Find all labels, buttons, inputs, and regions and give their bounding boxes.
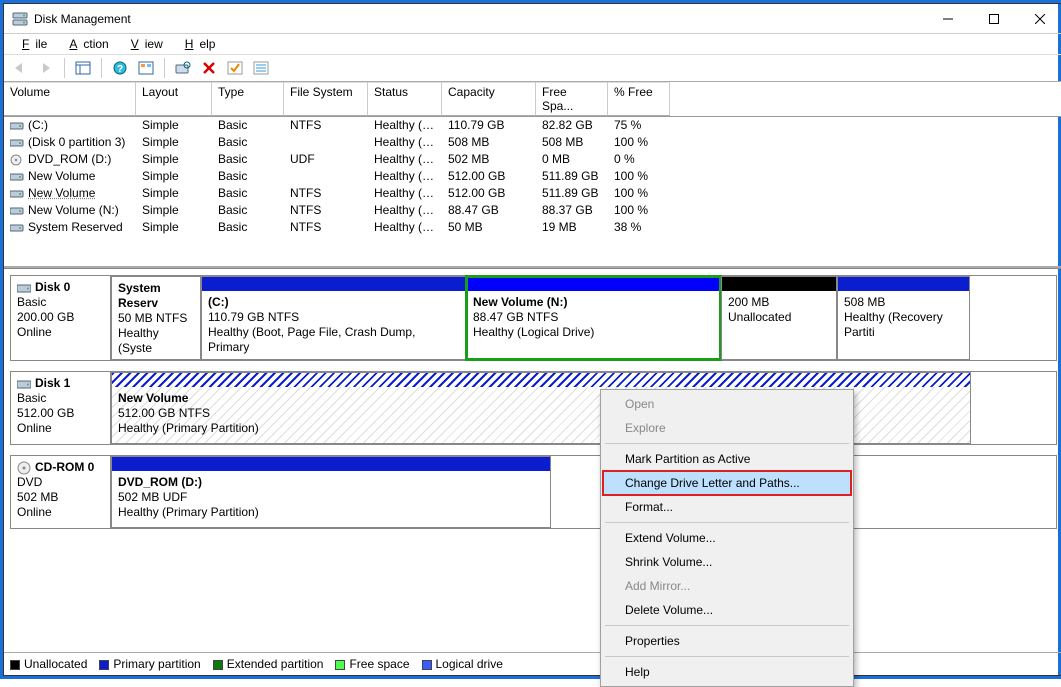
- ctx-delete[interactable]: Delete Volume...: [603, 598, 851, 622]
- ctx-help[interactable]: Help: [603, 660, 851, 684]
- partition[interactable]: 508 MBHealthy (Recovery Partiti: [837, 276, 970, 360]
- refresh-icon-button[interactable]: [171, 56, 195, 80]
- disk-graphical-view: Disk 0 Basic 200.00 GB Online System Res…: [4, 268, 1061, 652]
- dvd-icon: [17, 461, 31, 475]
- col-volume[interactable]: Volume: [4, 82, 136, 116]
- svg-text:?: ?: [117, 64, 123, 75]
- volume-row[interactable]: (Disk 0 partition 3)SimpleBasicHealthy (…: [4, 134, 1061, 151]
- menu-help[interactable]: Help: [173, 36, 222, 52]
- hdd-icon: [17, 378, 31, 390]
- legend-free: Free space: [335, 657, 409, 671]
- ctx-open[interactable]: Open: [603, 392, 851, 416]
- volume-row[interactable]: New VolumeSimpleBasicNTFSHealthy (P...51…: [4, 185, 1061, 202]
- disk-label-disk0[interactable]: Disk 0 Basic 200.00 GB Online: [11, 276, 111, 360]
- ctx-extend[interactable]: Extend Volume...: [603, 526, 851, 550]
- disk-row-cdrom0: CD-ROM 0 DVD 502 MB Online DVD_ROM (D:)5…: [10, 455, 1057, 529]
- partition[interactable]: New Volume (N:)88.47 GB NTFSHealthy (Log…: [466, 276, 721, 360]
- col-freespace[interactable]: Free Spa...: [536, 82, 608, 116]
- delete-icon-button[interactable]: [197, 56, 221, 80]
- partition[interactable]: System Reserv50 MB NTFSHealthy (Syste: [111, 276, 201, 360]
- disk-label-cdrom0[interactable]: CD-ROM 0 DVD 502 MB Online: [11, 456, 111, 528]
- help-button[interactable]: ?: [108, 56, 132, 80]
- titlebar: Disk Management: [4, 4, 1061, 34]
- window-controls: [925, 4, 1061, 34]
- minimize-button[interactable]: [925, 4, 971, 34]
- list-icon-button[interactable]: [249, 56, 273, 80]
- maximize-button[interactable]: [971, 4, 1017, 34]
- col-pctfree[interactable]: % Free: [608, 82, 670, 116]
- ctx-change-drive-letter[interactable]: Change Drive Letter and Paths...: [603, 471, 851, 495]
- volume-list-header: Volume Layout Type File System Status Ca…: [4, 82, 1061, 117]
- volume-row[interactable]: (C:)SimpleBasicNTFSHealthy (B...110.79 G…: [4, 117, 1061, 134]
- disk1-partitions: New Volume512.00 GB NTFSHealthy (Primary…: [111, 372, 1056, 444]
- disk0-partitions: System Reserv50 MB NTFSHealthy (Syste(C:…: [111, 276, 1056, 360]
- volume-row[interactable]: New Volume (N:)SimpleBasicNTFSHealthy (L…: [4, 202, 1061, 219]
- partition[interactable]: DVD_ROM (D:)502 MB UDFHealthy (Primary P…: [111, 456, 551, 528]
- ctx-properties[interactable]: Properties: [603, 629, 851, 653]
- menu-file[interactable]: File: [10, 36, 53, 52]
- col-filesystem[interactable]: File System: [284, 82, 368, 116]
- menubar: File Action View Help: [4, 34, 1061, 54]
- volume-row[interactable]: New VolumeSimpleBasicHealthy (P...512.00…: [4, 168, 1061, 185]
- disk-management-window: Disk Management File Action View Help ? …: [3, 3, 1061, 676]
- volume-row[interactable]: DVD_ROM (D:)SimpleBasicUDFHealthy (P...5…: [4, 151, 1061, 168]
- forward-button[interactable]: [34, 56, 58, 80]
- disk-label-disk1[interactable]: Disk 1 Basic 512.00 GB Online: [11, 372, 111, 444]
- legend-primary: Primary partition: [99, 657, 200, 671]
- ctx-add-mirror[interactable]: Add Mirror...: [603, 574, 851, 598]
- context-menu: Open Explore Mark Partition as Active Ch…: [600, 389, 854, 687]
- close-button[interactable]: [1017, 4, 1061, 34]
- disk-row-disk0: Disk 0 Basic 200.00 GB Online System Res…: [10, 275, 1057, 361]
- col-layout[interactable]: Layout: [136, 82, 212, 116]
- legend-logical: Logical drive: [422, 657, 503, 671]
- col-capacity[interactable]: Capacity: [442, 82, 536, 116]
- cdrom0-partitions: DVD_ROM (D:)502 MB UDFHealthy (Primary P…: [111, 456, 1056, 528]
- check-icon-button[interactable]: [223, 56, 247, 80]
- menu-action[interactable]: Action: [57, 36, 114, 52]
- partition[interactable]: (C:)110.79 GB NTFSHealthy (Boot, Page Fi…: [201, 276, 466, 360]
- col-status[interactable]: Status: [368, 82, 442, 116]
- back-button[interactable]: [8, 56, 32, 80]
- disk-row-disk1: Disk 1 Basic 512.00 GB Online New Volume…: [10, 371, 1057, 445]
- settings-icon-button[interactable]: [134, 56, 158, 80]
- toolbar: ?: [4, 54, 1061, 82]
- view-icon-button[interactable]: [71, 56, 95, 80]
- legend-extended: Extended partition: [213, 657, 324, 671]
- app-icon: [12, 11, 28, 27]
- volume-list-body: (C:)SimpleBasicNTFSHealthy (B...110.79 G…: [4, 117, 1061, 266]
- legend: Unallocated Primary partition Extended p…: [4, 652, 1061, 675]
- hdd-icon: [17, 282, 31, 294]
- ctx-format[interactable]: Format...: [603, 495, 851, 519]
- col-type[interactable]: Type: [212, 82, 284, 116]
- volume-list: Volume Layout Type File System Status Ca…: [4, 82, 1061, 268]
- legend-unallocated: Unallocated: [10, 657, 87, 671]
- volume-row[interactable]: System ReservedSimpleBasicNTFSHealthy (S…: [4, 219, 1061, 236]
- ctx-mark-active[interactable]: Mark Partition as Active: [603, 447, 851, 471]
- ctx-shrink[interactable]: Shrink Volume...: [603, 550, 851, 574]
- window-title: Disk Management: [34, 12, 925, 26]
- menu-view[interactable]: View: [119, 36, 169, 52]
- partition[interactable]: 200 MBUnallocated: [721, 276, 837, 360]
- ctx-explore[interactable]: Explore: [603, 416, 851, 440]
